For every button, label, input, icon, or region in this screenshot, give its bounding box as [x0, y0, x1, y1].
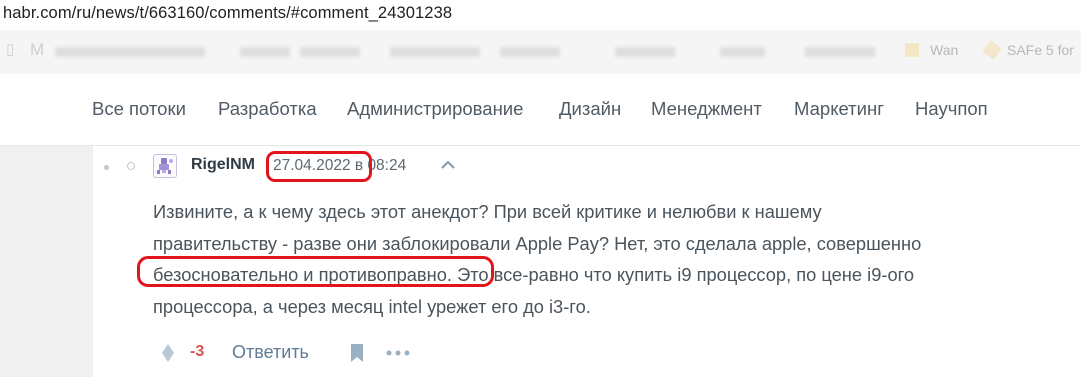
nav-popsci[interactable]: Научпоп	[915, 98, 988, 120]
pencil-icon	[982, 40, 1002, 60]
bookmark-blurred[interactable]	[805, 47, 875, 57]
comment-line-rest: . Это все-равно что купить i9 процессор,…	[446, 264, 915, 285]
nav-all-streams[interactable]: Все потоки	[92, 98, 186, 120]
thread-ring	[127, 162, 135, 170]
nav-administration[interactable]: Администрирование	[347, 98, 523, 120]
comment-line: процессора, а через месяц intel урежет е…	[153, 295, 591, 317]
more-options-icon[interactable]	[386, 350, 410, 356]
bookmarks-bar: ▯ M Wan SAFe 5 for	[0, 30, 1081, 74]
bookmark-icon[interactable]	[350, 344, 364, 362]
nav-design[interactable]: Дизайн	[559, 98, 621, 120]
nav-management[interactable]: Менеджмент	[651, 98, 762, 120]
comment-time: 08:24	[367, 157, 407, 174]
comment-date: 27.04.2022	[273, 157, 351, 174]
nav-development[interactable]: Разработка	[218, 98, 317, 120]
nav-marketing[interactable]: Маркетинг	[794, 98, 884, 120]
comment-line: Извините, а к чему здесь этот анекдот? П…	[153, 201, 822, 222]
thread-dot	[104, 165, 109, 170]
comment-author[interactable]: RigelNM	[191, 156, 255, 174]
bookmark-favicon-icon: ▯	[6, 41, 15, 58]
folder-icon	[905, 43, 919, 57]
bookmark-blurred[interactable]	[240, 47, 290, 57]
bookmark-blurred[interactable]	[720, 47, 765, 57]
comment-text: Извините, а к чему здесь этот анекдот? П…	[153, 196, 1053, 322]
comment-line: правительству - разве они заблокировали …	[153, 232, 922, 254]
comment-date-at: в	[354, 157, 364, 174]
avatar[interactable]	[153, 154, 177, 178]
bookmark-blurred[interactable]	[500, 47, 560, 57]
comment-score: -3	[190, 343, 205, 360]
bookmark-item[interactable]: SAFe 5 for	[1007, 42, 1074, 58]
vote-icon[interactable]	[161, 344, 175, 362]
bookmark-item[interactable]: Wan	[930, 42, 958, 58]
bookmark-blurred[interactable]	[55, 47, 205, 57]
comment-datetime[interactable]: 27.04.2022 в 08:24	[273, 157, 406, 175]
bookmark-initial[interactable]: M	[30, 40, 44, 60]
bookmark-blurred[interactable]	[615, 47, 675, 57]
bookmark-blurred[interactable]	[390, 47, 480, 57]
comment-line: безосновательно и противоправно. Это все…	[153, 259, 1053, 291]
hubs-navigation: Все потоки Разработка Администрирование …	[0, 74, 1081, 146]
highlighted-phrase: безосновательно и противоправно	[153, 264, 447, 285]
url-text[interactable]: habr.com/ru/news/t/663160/comments/#comm…	[3, 4, 452, 23]
reply-button[interactable]: Ответить	[232, 342, 309, 363]
avatar-robot-icon	[157, 158, 173, 174]
address-bar[interactable]: habr.com/ru/news/t/663160/comments/#comm…	[0, 0, 1081, 30]
chevron-up-icon[interactable]	[439, 158, 457, 170]
bookmark-blurred[interactable]	[300, 47, 360, 57]
